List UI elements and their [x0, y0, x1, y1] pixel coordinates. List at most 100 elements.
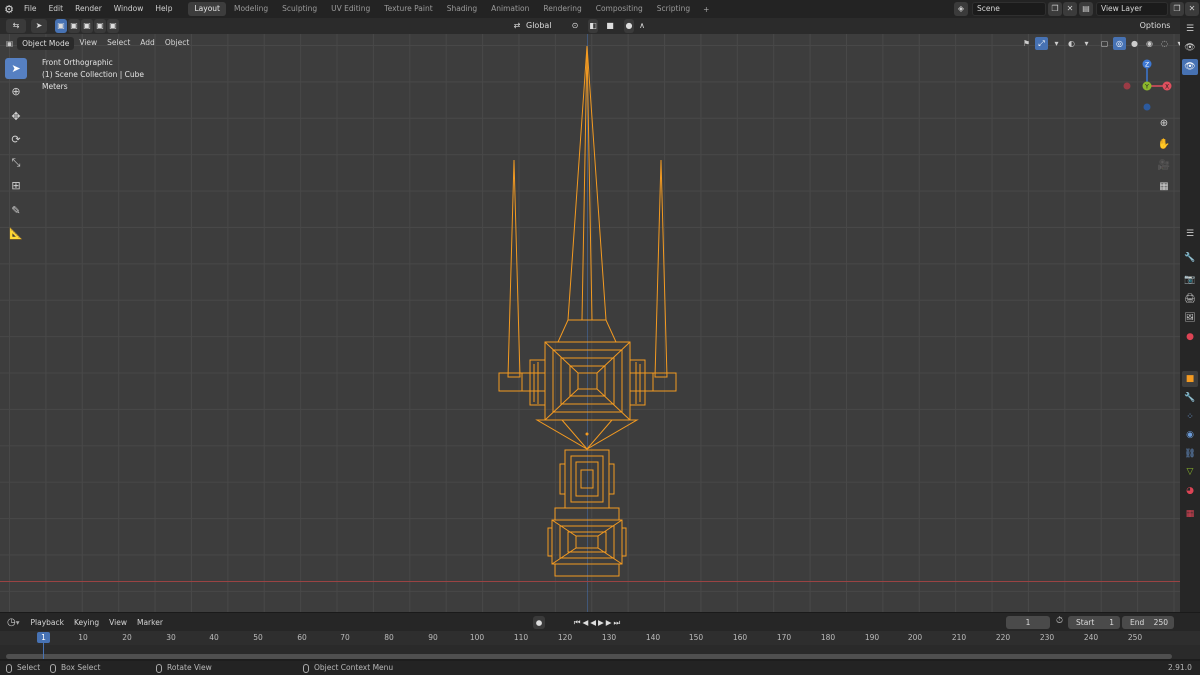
selected-mesh-wireframe[interactable]: [490, 42, 690, 582]
rotate-tool-icon[interactable]: ⟳: [5, 129, 27, 150]
selectability-icon[interactable]: ⚑: [1020, 37, 1033, 50]
start-frame-field[interactable]: Start 1: [1068, 616, 1120, 629]
gizmo-neg-x-circle[interactable]: [1123, 82, 1131, 90]
tab-layout[interactable]: Layout: [188, 2, 226, 16]
tab-compositing[interactable]: Compositing: [590, 2, 649, 16]
wireframe-shading-icon[interactable]: ◎: [1113, 37, 1126, 50]
mode-subtract-icon[interactable]: ▣: [81, 19, 93, 33]
editor-type-icon[interactable]: ⇆: [6, 19, 26, 33]
physics-properties-icon[interactable]: ◉: [1182, 427, 1198, 443]
perspective-toggle-icon[interactable]: ▦: [1155, 177, 1173, 196]
snap-target-icon[interactable]: ■: [600, 19, 620, 33]
delete-view-layer-icon[interactable]: ✕: [1185, 2, 1199, 16]
tab-scripting[interactable]: Scripting: [651, 2, 696, 16]
xray-toggle-icon[interactable]: ▢: [1098, 37, 1111, 50]
snap-icon[interactable]: ◧: [588, 19, 598, 33]
tab-uv-editing[interactable]: UV Editing: [325, 2, 376, 16]
menu-select[interactable]: Select: [102, 34, 135, 52]
view-layer-field[interactable]: View Layer: [1096, 2, 1168, 16]
camera-view-icon[interactable]: 🎥: [1155, 156, 1173, 175]
new-view-layer-icon[interactable]: ❐: [1170, 2, 1184, 16]
solid-shading-icon[interactable]: ●: [1128, 37, 1141, 50]
view-layer-icon[interactable]: ▤: [1079, 2, 1093, 16]
particles-properties-icon[interactable]: ⁘: [1182, 409, 1198, 425]
delete-scene-icon[interactable]: ✕: [1063, 2, 1077, 16]
record-icon[interactable]: ●: [533, 616, 545, 629]
tab-sculpting[interactable]: Sculpting: [276, 2, 323, 16]
outliner-eye-toggle-icon[interactable]: 👁: [1182, 59, 1198, 75]
tab-texture-paint[interactable]: Texture Paint: [378, 2, 438, 16]
new-scene-icon[interactable]: ❐: [1048, 2, 1062, 16]
proportional-edit-icon[interactable]: ●: [624, 19, 634, 33]
transform-orientation-select[interactable]: Global: [524, 19, 562, 33]
transform-tool-icon[interactable]: ⊞: [5, 175, 27, 196]
view-layer-properties-icon[interactable]: 🖼: [1182, 310, 1198, 326]
blender-logo-icon[interactable]: ⚙: [0, 0, 18, 18]
pan-hand-icon[interactable]: ✋: [1155, 135, 1173, 154]
playhead-frame-indicator[interactable]: 1: [37, 632, 50, 643]
menu-marker[interactable]: Marker: [132, 618, 168, 627]
overlay-dropdown-icon[interactable]: ▾: [1080, 37, 1093, 50]
data-properties-icon[interactable]: ▽: [1182, 464, 1198, 480]
outliner-editor-icon[interactable]: ☰: [1182, 21, 1198, 37]
material-shading-icon[interactable]: ◉: [1143, 37, 1156, 50]
tab-shading[interactable]: Shading: [441, 2, 483, 16]
menu-view[interactable]: View: [74, 34, 102, 52]
pivot-point-icon[interactable]: ⊙: [566, 19, 584, 33]
scene-field[interactable]: Scene: [972, 2, 1046, 16]
current-frame-field[interactable]: 1: [1006, 616, 1050, 629]
material-properties-icon[interactable]: ◕: [1182, 483, 1198, 499]
mode-extend-icon[interactable]: ▣: [68, 19, 80, 33]
menu-help[interactable]: Help: [149, 0, 178, 18]
gizmo-neg-z-circle[interactable]: [1143, 103, 1151, 111]
modifier-properties-icon[interactable]: 🔧: [1182, 390, 1198, 406]
output-properties-icon[interactable]: 🖨: [1182, 291, 1198, 307]
scale-tool-icon[interactable]: ⤡: [5, 152, 27, 173]
tab-rendering[interactable]: Rendering: [537, 2, 587, 16]
annotate-tool-icon[interactable]: ✎: [5, 200, 27, 221]
options-menu[interactable]: Options: [1134, 19, 1176, 33]
menu-timeline-view[interactable]: View: [104, 618, 132, 627]
texture-properties-icon[interactable]: ▦: [1182, 506, 1198, 522]
rendered-shading-icon[interactable]: ◌: [1158, 37, 1171, 50]
falloff-icon[interactable]: ∧: [636, 19, 648, 33]
stopwatch-icon[interactable]: ⏱: [1056, 616, 1063, 626]
timeline-scrollbar[interactable]: [6, 654, 1172, 659]
menu-window[interactable]: Window: [108, 0, 150, 18]
mode-difference-icon[interactable]: ▣: [94, 19, 106, 33]
timeline-editor-icon[interactable]: ◷: [7, 617, 16, 628]
editor-dropdown-icon[interactable]: ▾: [16, 618, 20, 627]
select-box-tool-icon[interactable]: ➤: [5, 58, 27, 79]
playback-controls-icons[interactable]: ⏮◀◀▶▶⏭: [560, 616, 636, 629]
tab-animation[interactable]: Animation: [485, 2, 535, 16]
scene-properties-icon[interactable]: ●: [1182, 329, 1198, 345]
object-mode-select[interactable]: Object Mode: [17, 36, 75, 50]
end-frame-field[interactable]: End 250: [1122, 616, 1174, 629]
move-tool-icon[interactable]: ✥: [5, 106, 27, 127]
overlay-toggle-icon[interactable]: ◐: [1065, 37, 1078, 50]
properties-editor-icon[interactable]: ☰: [1182, 226, 1198, 242]
menu-render[interactable]: Render: [69, 0, 108, 18]
object-properties-icon[interactable]: ■: [1182, 371, 1198, 387]
gizmo-toggle-icon[interactable]: ⤢: [1035, 37, 1048, 50]
mode-intersect-icon[interactable]: ▣: [107, 19, 119, 33]
menu-add[interactable]: Add: [135, 34, 160, 52]
menu-keying[interactable]: Keying: [69, 618, 104, 627]
navigation-gizmo[interactable]: Z Y X: [1122, 56, 1172, 116]
mode-new-icon[interactable]: ▣: [55, 19, 67, 33]
cursor-tool-icon[interactable]: ⊕: [5, 81, 27, 102]
timeline-ruler[interactable]: 10 20 30 40 50 60 70 80 90 100 110 120 1…: [0, 631, 1200, 645]
gizmo-dropdown-icon[interactable]: ▾: [1050, 37, 1063, 50]
menu-file[interactable]: File: [18, 0, 43, 18]
constraints-properties-icon[interactable]: ⛓: [1182, 446, 1198, 462]
tab-modeling[interactable]: Modeling: [228, 2, 274, 16]
scene-icon[interactable]: ◈: [954, 2, 968, 16]
menu-edit[interactable]: Edit: [43, 0, 70, 18]
tool-properties-icon[interactable]: 🔧: [1182, 250, 1198, 266]
measure-tool-icon[interactable]: 📐: [5, 223, 27, 244]
zoom-icon[interactable]: ⊕: [1155, 114, 1173, 133]
3d-viewport[interactable]: ▣ Object Mode View Select Add Object ⚑ ⤢…: [0, 34, 1182, 612]
menu-object[interactable]: Object: [160, 34, 194, 52]
render-properties-icon[interactable]: 📷: [1182, 272, 1198, 288]
add-workspace-button[interactable]: +: [698, 5, 714, 14]
